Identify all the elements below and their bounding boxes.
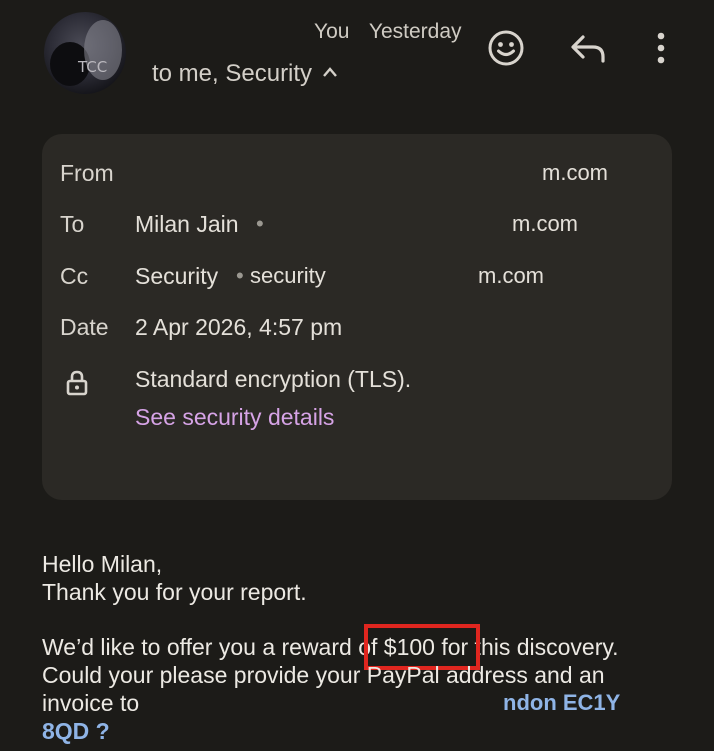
body-line-4-pre: invoice to <box>42 690 140 716</box>
to-separator: • <box>256 211 264 236</box>
date-value: 2 Apr 2026, 4:57 pm <box>135 314 343 340</box>
address-tail[interactable]: ndon EC1Y <box>503 690 620 716</box>
body-line-3: Could your please provide your PayPal ad… <box>42 662 605 688</box>
body-line-1: Thank you for your report. <box>42 579 307 605</box>
message-details-card: From m.com To Milan Jain • m.com Cc Secu… <box>42 134 672 500</box>
cc-email: security <box>250 263 326 288</box>
to-name[interactable]: Milan Jain <box>135 211 239 238</box>
body-line-2-pre: We’d like to offer you a reward <box>42 634 359 660</box>
from-label: From <box>60 160 114 186</box>
chevron-up-icon <box>322 62 338 83</box>
body-line-2: We’d like to offer you a reward of $100 … <box>42 633 619 661</box>
body-line-5: 8QD ? <box>42 717 110 745</box>
message-date: Yesterday <box>368 20 462 43</box>
cc-label: Cc <box>60 263 89 289</box>
see-security-details-link[interactable]: See security details <box>135 404 334 431</box>
email-view: TCC You Yesterday to me, Security From m… <box>0 0 714 751</box>
sender-name: You <box>314 20 350 43</box>
reply-button[interactable] <box>568 28 608 68</box>
emoji-react-button[interactable] <box>486 28 526 68</box>
cc-separator: • <box>236 263 244 288</box>
sender-line: You Yesterday <box>314 20 462 44</box>
recipients-summary: to me, Security <box>152 60 313 87</box>
body-line-4: invoice to <box>42 689 139 717</box>
greeting: Hello Milan, <box>42 551 163 577</box>
recipients-toggle[interactable]: to me, Security <box>152 60 338 88</box>
reply-icon <box>571 35 605 63</box>
cc-name[interactable]: Security <box>135 263 218 290</box>
cc-email-tail: m.com <box>478 263 544 288</box>
encryption-text: Standard encryption (TLS). <box>135 366 412 392</box>
to-email-tail: m.com <box>512 211 578 236</box>
sender-avatar[interactable]: TCC <box>44 12 126 94</box>
to-label: To <box>60 211 85 237</box>
body-line-2-post: this discovery. <box>468 634 619 660</box>
more-vert-icon <box>657 32 665 64</box>
more-options-button[interactable] <box>641 28 681 68</box>
smiley-face-icon <box>488 30 524 66</box>
avatar-text: TCC <box>78 58 108 76</box>
date-label: Date <box>60 314 109 340</box>
from-email-tail: m.com <box>542 160 608 185</box>
lock-icon <box>66 370 88 396</box>
postcode-text[interactable]: 8QD ? <box>42 718 110 744</box>
